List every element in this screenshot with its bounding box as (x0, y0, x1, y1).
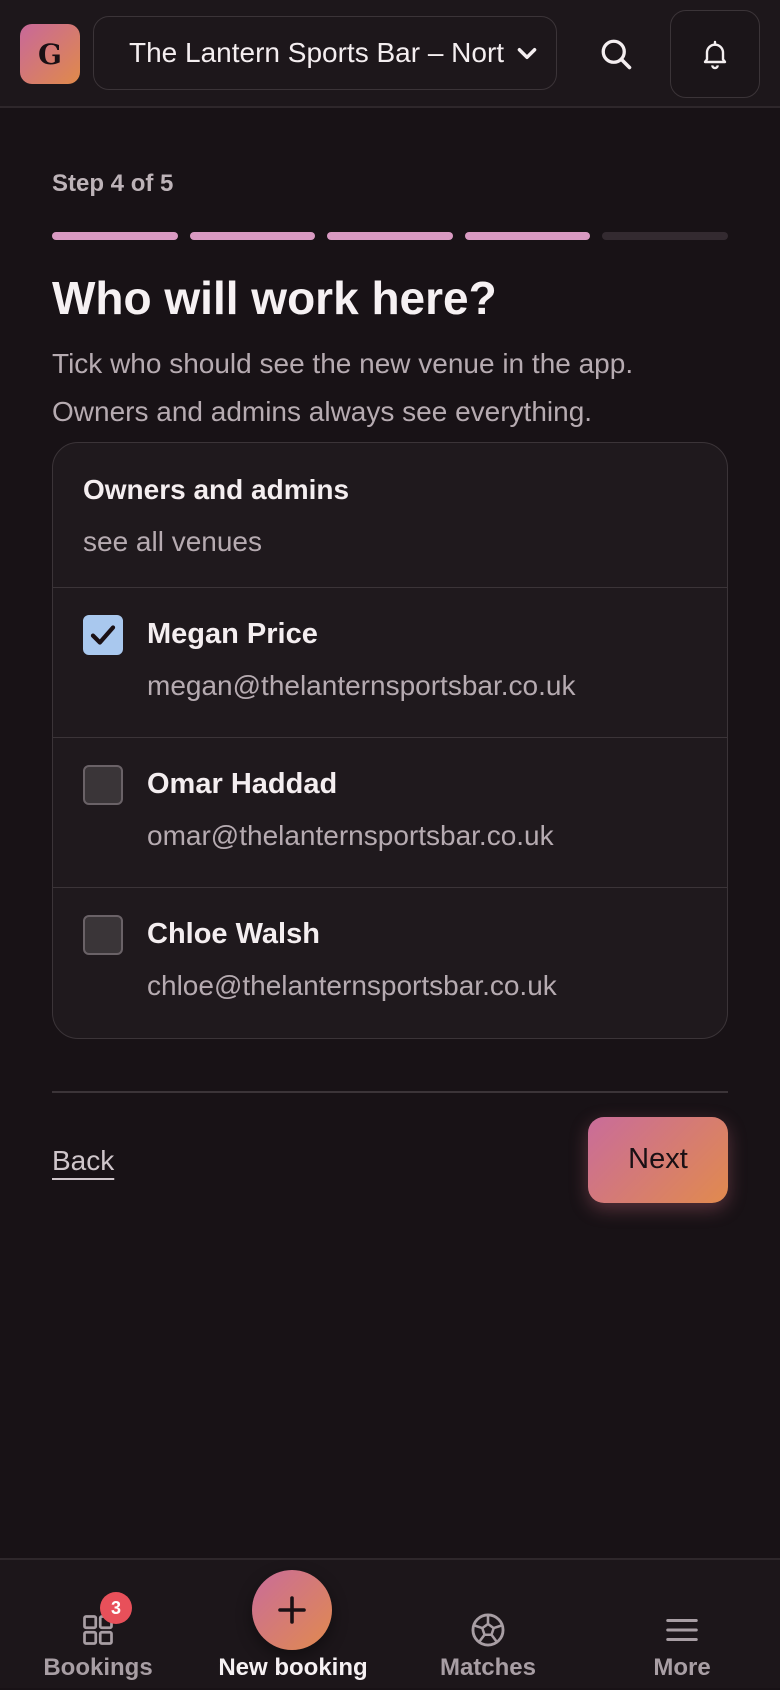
page-subtitle: Tick who should see the new venue in the… (52, 348, 634, 427)
matches-icon-wrap (469, 1610, 507, 1650)
staff-name: Megan Price (147, 618, 318, 650)
staff-row[interactable]: Megan Price megan@thelanternsportsbar.co.… (53, 588, 727, 738)
staff-checkbox[interactable] (83, 915, 123, 955)
staff-info: Chloe Walsh chloe@thelanternsportsbar.co.… (147, 914, 557, 1038)
app-logo[interactable]: G (20, 24, 80, 84)
staff-name: Chloe Walsh (147, 918, 320, 950)
staff-checkbox[interactable] (83, 765, 123, 805)
staff-name: Omar Haddad (147, 768, 338, 800)
venue-select-value: The Lantern Sports Bar – North (129, 37, 504, 68)
wizard-actions: Back Next (52, 1116, 728, 1227)
chevron-down-icon (517, 48, 537, 60)
search-icon (601, 39, 632, 70)
tab-bookings[interactable]: 3 Bookings (28, 1560, 168, 1690)
bottom-nav: 3 Bookings New booking Matches More (0, 1558, 780, 1688)
progress-segment (189, 232, 316, 240)
owners-admins-header: Owners and admins see all venues (53, 443, 727, 588)
divider (52, 1091, 728, 1093)
tab-matches[interactable]: Matches (418, 1560, 558, 1690)
page-title: Who will work here? (52, 272, 497, 324)
top-bar: G The Lantern Sports Bar – North (0, 0, 780, 108)
tab-more[interactable]: More (612, 1560, 752, 1690)
plus-icon (278, 1596, 306, 1624)
fab-circle (252, 1570, 332, 1650)
search-button[interactable] (586, 24, 646, 84)
notifications-button[interactable] (670, 10, 760, 98)
staff-info: Megan Price megan@thelanternsportsbar.co.… (147, 614, 575, 737)
football-icon (471, 1613, 505, 1647)
next-button[interactable]: Next (588, 1116, 728, 1203)
staff-checkbox[interactable] (83, 615, 123, 655)
back-link[interactable]: Back (52, 1145, 114, 1177)
staff-row[interactable]: Omar Haddad omar@thelanternsportsbar.co.u… (53, 738, 727, 888)
venue-select[interactable]: The Lantern Sports Bar – North (93, 16, 557, 90)
progress-segment (464, 232, 591, 240)
tab-matches-label: Matches (439, 1654, 537, 1681)
staff-email: omar@thelanternsportsbar.co.uk (147, 820, 554, 851)
new-booking-label: New booking (218, 1654, 368, 1681)
progress-segment (52, 232, 178, 240)
progress-segment (602, 232, 728, 240)
tab-more-label: More (653, 1654, 711, 1681)
staff-card: Owners and admins see all venues Megan P… (52, 442, 728, 1039)
staff-row[interactable]: Chloe Walsh chloe@thelanternsportsbar.co.… (53, 888, 727, 1038)
wizard-content: Step 4 of 5 Who will work here? Tick who… (52, 150, 728, 1227)
more-icon-wrap (663, 1610, 701, 1650)
tab-bookings-label: Bookings (43, 1654, 153, 1681)
checkmark-icon (90, 625, 116, 645)
step-progress (52, 232, 728, 240)
step-label: Step 4 of 5 (52, 170, 174, 197)
owners-admins-subtitle: see all venues (83, 526, 263, 557)
staff-email: megan@thelanternsportsbar.co.uk (147, 670, 576, 701)
progress-segment (327, 232, 453, 240)
owners-admins-title: Owners and admins (83, 474, 350, 505)
staff-email: chloe@thelanternsportsbar.co.uk (147, 970, 557, 1001)
new-booking-button[interactable]: New booking (200, 1560, 386, 1690)
bookings-icon-wrap: 3 (80, 1592, 132, 1650)
staff-info: Omar Haddad omar@thelanternsportsbar.co.u… (147, 764, 554, 887)
menu-icon (666, 1618, 698, 1642)
bookings-badge: 3 (100, 1592, 132, 1624)
bell-icon (703, 40, 727, 70)
